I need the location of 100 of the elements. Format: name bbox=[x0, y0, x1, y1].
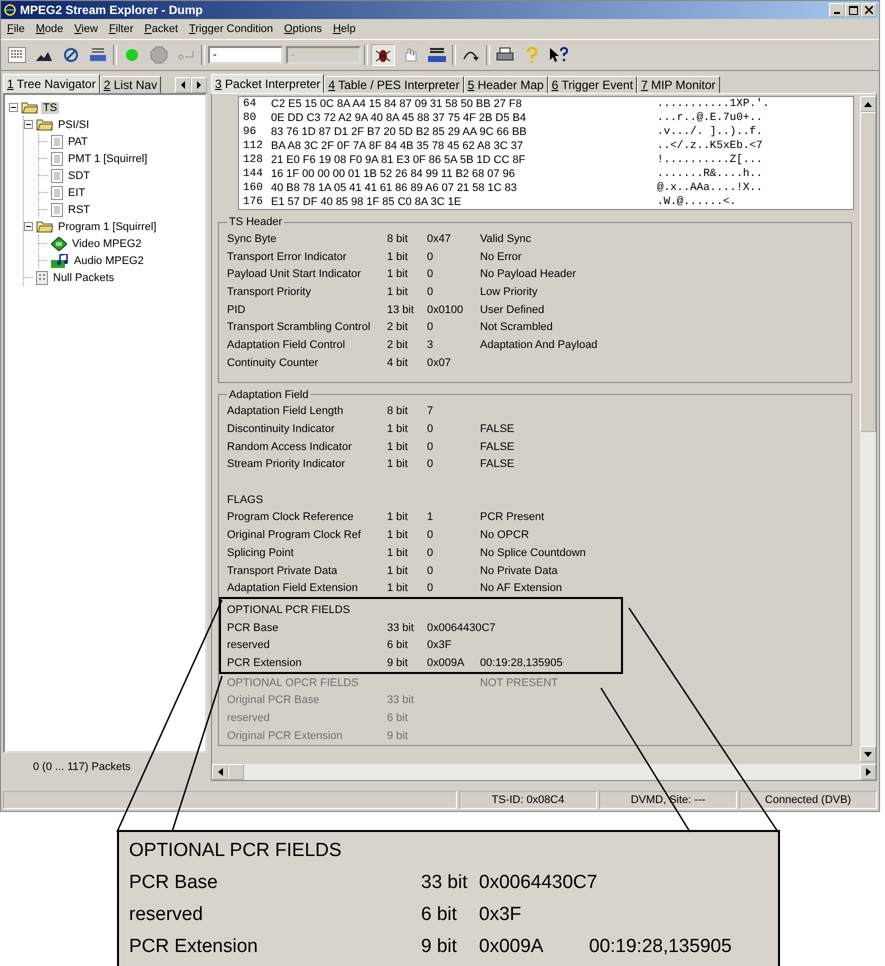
tab-scroll-left-button[interactable] bbox=[175, 77, 191, 93]
field-name: Transport Private Data bbox=[227, 564, 338, 577]
tree-item[interactable]: Null Packets bbox=[51, 272, 116, 284]
tree-item[interactable]: RST bbox=[66, 204, 92, 216]
tab[interactable]: 3 Packet Interpreter bbox=[211, 74, 324, 93]
right-arrow-icon bbox=[196, 81, 202, 89]
field-bits: 9 bit bbox=[421, 936, 458, 958]
folder-icon bbox=[36, 220, 53, 233]
hex-bytes: 83 76 1D 87 D1 2F B7 20 5D B2 85 29 AA 9C 66 BB bbox=[271, 125, 528, 139]
window-title: MPEG2 Stream Explorer - Dump bbox=[20, 3, 203, 17]
field-value: 0 bbox=[427, 546, 434, 559]
hex-bytes: 40 B8 78 1A 05 41 41 61 86 89 A6 07 21 58 1C 83 bbox=[271, 181, 518, 195]
scrollbar-thumb[interactable] bbox=[228, 764, 244, 780]
section-heading: OPTIONAL OPCR FIELDS bbox=[227, 676, 360, 689]
field-meaning: No Payload Header bbox=[480, 268, 576, 280]
tab[interactable]: 2 List Nav bbox=[100, 76, 162, 93]
status-text: Connected (DVB) bbox=[739, 791, 877, 809]
menu-item[interactable]: File bbox=[7, 23, 25, 35]
menu-item[interactable]: View bbox=[74, 23, 98, 35]
field-bits: 1 bit bbox=[387, 582, 409, 594]
horizontal-scrollbar[interactable] bbox=[212, 764, 876, 780]
hex-bytes: 16 1F 00 00 00 01 1B 52 26 84 99 11 B2 68 07 96 bbox=[271, 167, 516, 181]
field-name: Sync Byte bbox=[227, 232, 278, 245]
close-icon bbox=[865, 6, 873, 14]
up-arrow-icon bbox=[864, 102, 872, 106]
tab[interactable]: 4 Table / PES Interpreter bbox=[324, 76, 464, 93]
field-value: 3 bbox=[427, 338, 434, 351]
field-meaning: No Error bbox=[480, 250, 522, 263]
field-bits: 6 bit bbox=[387, 639, 409, 652]
byte-offset: 128 bbox=[243, 153, 264, 167]
field-bits: 9 bit bbox=[387, 656, 409, 669]
collapse-toggle[interactable] bbox=[24, 120, 33, 129]
field-value: 7 bbox=[427, 405, 434, 418]
menu-item[interactable]: Options bbox=[284, 23, 322, 35]
field-meaning: 00:19:28,135905 bbox=[589, 936, 732, 958]
menu-item[interactable]: Trigger Condition bbox=[189, 23, 274, 35]
ascii-text: .W.@......<. bbox=[657, 195, 736, 209]
document-icon bbox=[51, 202, 63, 216]
hex-bytes: 0E DD C3 72 A2 9A 40 8A 45 88 37 75 4F 2B D5 B4 bbox=[271, 111, 528, 125]
field-value: 0x3F bbox=[427, 639, 452, 652]
film-icon bbox=[51, 236, 67, 250]
field-meaning: Valid Sync bbox=[480, 232, 532, 245]
scrollbar-thumb[interactable] bbox=[860, 112, 876, 432]
tree-item[interactable]: PMT 1 [Squirrel] bbox=[66, 152, 150, 164]
tab[interactable]: 7 MIP Monitor bbox=[637, 76, 720, 93]
tree-item[interactable]: Video MPEG2 bbox=[70, 238, 144, 250]
field-meaning: No AF Extension bbox=[480, 582, 562, 594]
menu-item[interactable]: Packet bbox=[144, 23, 178, 35]
field-name: Transport Scrambling Control bbox=[227, 321, 372, 334]
tree-item[interactable]: EIT bbox=[66, 186, 88, 198]
field-meaning: Adaptation And Payload bbox=[480, 338, 598, 351]
tree-item[interactable]: PAT bbox=[66, 136, 90, 148]
menu-item[interactable]: Mode bbox=[36, 23, 64, 35]
menu-item[interactable]: Filter bbox=[108, 23, 134, 35]
tree-item[interactable]: PSI/SI bbox=[56, 118, 92, 130]
maximize-button[interactable] bbox=[845, 3, 861, 17]
filter-field[interactable]: - bbox=[208, 46, 283, 64]
tab[interactable]: 5 Header Map bbox=[464, 76, 548, 93]
byte-offset: 112 bbox=[243, 139, 264, 153]
collapse-toggle[interactable] bbox=[24, 222, 33, 231]
bug-icon[interactable] bbox=[371, 44, 395, 66]
menu-item[interactable]: Help bbox=[332, 23, 356, 35]
hex-bytes: C2 E5 15 0C 8A A4 15 84 87 09 31 58 50 BB 27 F8 bbox=[271, 97, 523, 111]
field-meaning: No OPCR bbox=[480, 529, 529, 542]
tab[interactable]: 1 Tree Navigator bbox=[3, 74, 100, 93]
field-value: 0 bbox=[427, 529, 434, 542]
tab[interactable]: 6 Trigger Event bbox=[548, 76, 638, 93]
field-bits: 8 bit bbox=[387, 405, 409, 418]
minimize-button[interactable] bbox=[829, 3, 845, 17]
close-button[interactable] bbox=[861, 3, 877, 17]
field-meaning: User Defined bbox=[480, 304, 544, 316]
collapse-toggle[interactable] bbox=[9, 103, 18, 112]
ascii-text: ..</.z..K5xEb.<7 bbox=[657, 139, 763, 153]
field-bits: 1 bit bbox=[387, 250, 409, 263]
binary-icon[interactable] bbox=[5, 44, 29, 66]
ascii-text: !..........Z[... bbox=[657, 153, 763, 167]
status-text: TS-ID: 0x08C4 bbox=[459, 791, 597, 809]
field-value: 0 bbox=[427, 440, 434, 453]
field-value: 0 bbox=[427, 268, 434, 280]
field-meaning: PCR Present bbox=[480, 511, 544, 524]
tree-item[interactable]: Program 1 [Squirrel] bbox=[56, 220, 158, 232]
field-bits: 1 bit bbox=[387, 458, 409, 470]
field-name: Adaptation Field Length bbox=[227, 405, 344, 418]
tab-scroll-right-button[interactable] bbox=[191, 77, 207, 93]
field-value: 0 bbox=[427, 250, 434, 263]
field-value: 0x3F bbox=[479, 904, 522, 926]
byte-offset: 176 bbox=[243, 195, 264, 209]
tree-item[interactable]: TS bbox=[41, 102, 60, 114]
field-meaning: FALSE bbox=[480, 458, 514, 470]
field-name: PCR Extension bbox=[129, 936, 259, 958]
vertical-scrollbar[interactable] bbox=[860, 96, 876, 762]
field-meaning: Low Priority bbox=[480, 286, 538, 298]
tree-item[interactable]: SDT bbox=[66, 170, 92, 182]
field-value: 1 bbox=[427, 511, 434, 524]
tree-item[interactable]: Audio MPEG2 bbox=[72, 254, 146, 266]
field-value: 0x009A bbox=[427, 656, 466, 669]
hex-bytes: 21 E0 F6 19 08 F0 9A 81 E3 0F 86 5A 5B 1D CC 8F bbox=[271, 153, 526, 167]
field-name: Original PCR Base bbox=[227, 694, 320, 706]
ascii-text: ...r..@.E.7u0+.. bbox=[657, 111, 763, 125]
field-name: Stream Priority Indicator bbox=[227, 458, 346, 470]
